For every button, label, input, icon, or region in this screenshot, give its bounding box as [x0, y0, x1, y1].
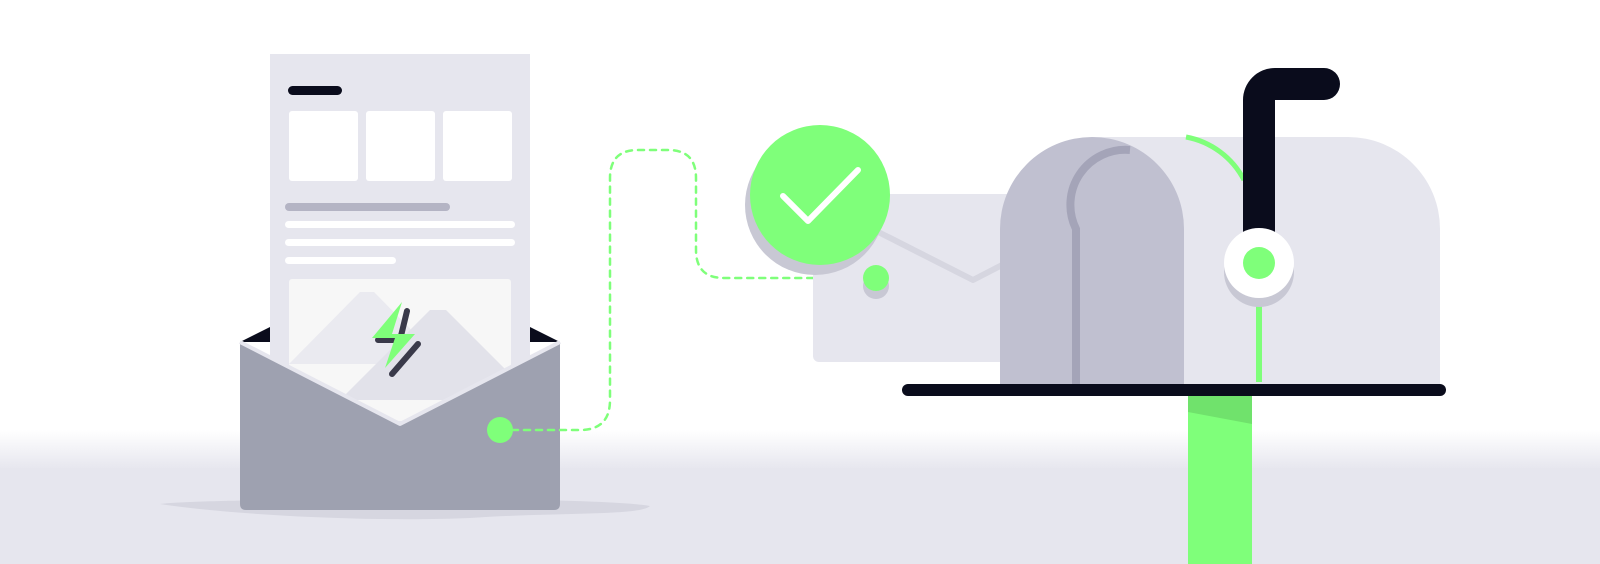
- path-end-dot: [863, 265, 889, 291]
- mailbox-door: [1000, 137, 1184, 385]
- document-text-line: [285, 257, 396, 264]
- document-heading-line: [288, 86, 342, 95]
- document-card: [443, 111, 512, 181]
- path-start-dot: [487, 417, 513, 443]
- checkmark-badge: [750, 125, 890, 265]
- illustration-canvas: [0, 54, 1600, 564]
- newsletter-document: [270, 54, 530, 424]
- document-subheading-line: [285, 203, 450, 211]
- document-card: [366, 111, 435, 181]
- email-delivery-illustration: [0, 0, 1600, 564]
- document-text-line: [285, 239, 515, 246]
- document-card: [289, 111, 358, 181]
- open-envelope-icon: [239, 54, 561, 510]
- document-text-line: [285, 221, 515, 228]
- flag-hinge-dot: [1243, 247, 1275, 279]
- mailbox-base-end: [1434, 384, 1440, 396]
